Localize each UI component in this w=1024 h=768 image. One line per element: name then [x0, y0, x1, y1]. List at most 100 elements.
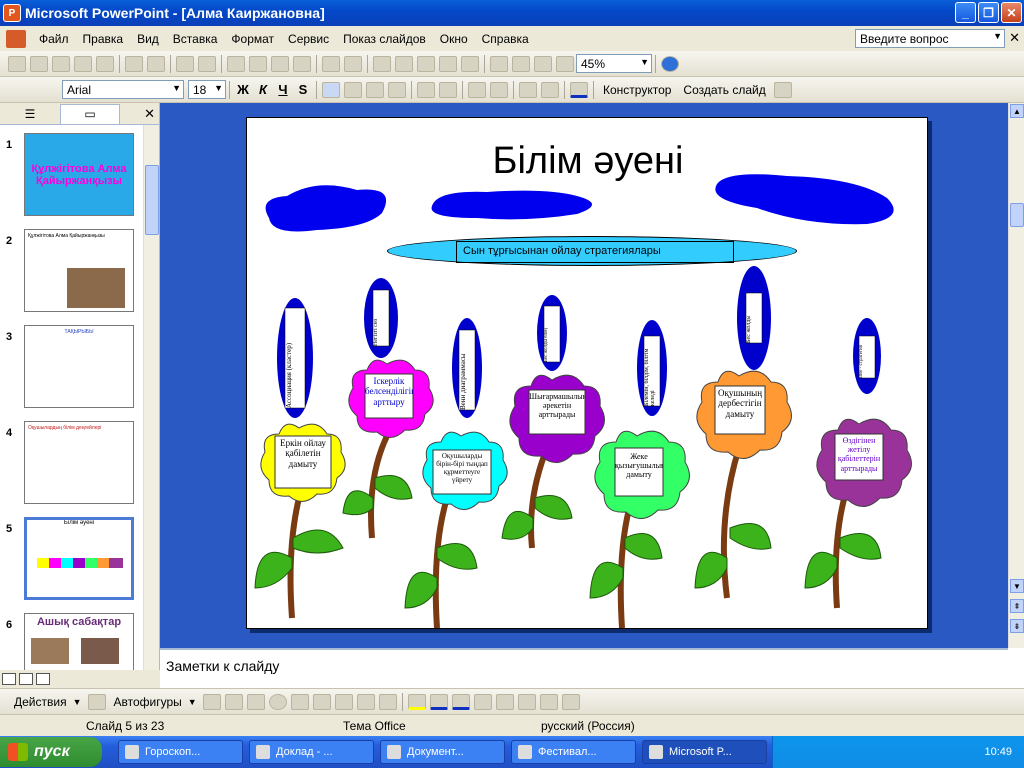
- current-slide[interactable]: Білім әуені Сын тұрғысынан ойлау стратег…: [246, 117, 928, 629]
- scrollbar-thumb[interactable]: [145, 165, 159, 235]
- minimize-button[interactable]: _: [955, 2, 976, 23]
- oval-icon[interactable]: [268, 693, 287, 710]
- paste-icon[interactable]: [271, 55, 289, 72]
- slides-pane-scrollbar[interactable]: [143, 125, 159, 670]
- previous-slide-icon[interactable]: ⇞: [1010, 599, 1024, 613]
- autoshapes-menu[interactable]: Автофигуры: [108, 695, 188, 709]
- document-icon[interactable]: [6, 29, 26, 48]
- rectangle-icon[interactable]: [246, 693, 265, 710]
- arrow-style-icon[interactable]: [517, 693, 536, 710]
- decrease-font-icon[interactable]: [490, 81, 508, 98]
- scrollbar-thumb[interactable]: [1010, 203, 1024, 227]
- zoom-select[interactable]: 45% ▼: [576, 54, 652, 73]
- textbox-icon[interactable]: [290, 693, 309, 710]
- slideshow-icon[interactable]: [36, 673, 50, 685]
- expand-all-icon[interactable]: [490, 55, 508, 72]
- line-icon[interactable]: [202, 693, 221, 710]
- chevron-down-icon[interactable]: ▼: [172, 83, 181, 93]
- clipart-icon[interactable]: [356, 693, 375, 710]
- strategy-ellipse[interactable]: Сын тұрғысынан ойлау стратегиялары: [387, 236, 797, 266]
- permission-icon[interactable]: [74, 55, 92, 72]
- print-preview-icon[interactable]: [147, 55, 165, 72]
- decrease-indent-icon[interactable]: [519, 81, 537, 98]
- 3d-style-icon[interactable]: [561, 693, 580, 710]
- slide-thumbnail-3[interactable]: ТАҚЫРЫБЫ: [24, 325, 134, 408]
- designer-button[interactable]: Конструктор: [597, 83, 677, 97]
- show-formatting-icon[interactable]: [512, 55, 530, 72]
- menu-file[interactable]: Файл: [32, 32, 76, 46]
- arrow-icon[interactable]: [224, 693, 243, 710]
- close-document-icon[interactable]: ✕: [1009, 30, 1020, 46]
- shadow-button[interactable]: S: [293, 81, 313, 99]
- menu-slideshow[interactable]: Показ слайдов: [336, 32, 433, 46]
- clock[interactable]: 10:49: [984, 746, 1012, 758]
- format-painter-icon[interactable]: [293, 55, 311, 72]
- print-icon[interactable]: [125, 55, 143, 72]
- slide-scrollbar[interactable]: ▲ ▼ ⇞ ⇟: [1008, 103, 1024, 648]
- slide-thumbnail-6[interactable]: Ашық сабақтар: [24, 613, 134, 670]
- undo-icon[interactable]: [322, 55, 340, 72]
- chevron-down-icon[interactable]: ▼: [640, 57, 649, 67]
- menu-insert[interactable]: Вставка: [166, 32, 225, 46]
- spelling-icon[interactable]: [176, 55, 194, 72]
- menu-window[interactable]: Окно: [433, 32, 475, 46]
- new-icon[interactable]: [8, 55, 26, 72]
- toolbar-options-icon[interactable]: [773, 81, 792, 98]
- notes-pane[interactable]: Заметки к слайду: [160, 648, 1008, 686]
- increase-indent-icon[interactable]: [541, 81, 559, 98]
- font-size-select[interactable]: 18 ▼: [188, 80, 226, 99]
- redo-icon[interactable]: [344, 55, 362, 72]
- numbering-icon[interactable]: [417, 81, 435, 98]
- cut-icon[interactable]: [227, 55, 245, 72]
- align-center-icon[interactable]: [344, 81, 362, 98]
- help-search-input[interactable]: Введите вопрос ▼: [855, 29, 1005, 48]
- save-icon[interactable]: [52, 55, 70, 72]
- next-slide-icon[interactable]: ⇟: [1010, 619, 1024, 633]
- dash-style-icon[interactable]: [495, 693, 514, 710]
- show-grid-icon[interactable]: [534, 55, 552, 72]
- menu-tools[interactable]: Сервис: [281, 32, 336, 46]
- tab-outline[interactable]: ☰: [0, 104, 60, 124]
- fill-color-icon[interactable]: [407, 693, 426, 710]
- align-right-icon[interactable]: [366, 81, 384, 98]
- normal-view-icon[interactable]: [2, 673, 16, 685]
- slide-thumbnail-1[interactable]: Құлжігітова Алма Қайыржанқызы: [24, 133, 134, 216]
- bold-button[interactable]: Ж: [233, 81, 253, 99]
- shadow-style-icon[interactable]: [539, 693, 558, 710]
- diagram-icon[interactable]: [334, 693, 353, 710]
- menu-edit[interactable]: Правка: [76, 32, 131, 46]
- insert-table-icon[interactable]: [395, 55, 413, 72]
- taskbar-item[interactable]: Доклад - ...: [249, 740, 374, 764]
- line-color-icon[interactable]: [429, 693, 448, 710]
- bullets-icon[interactable]: [439, 81, 457, 98]
- slide-thumbnail-4[interactable]: Оқушылардың білім деңгейлері: [24, 421, 134, 504]
- chevron-down-icon[interactable]: ▼: [214, 83, 223, 93]
- copy-icon[interactable]: [249, 55, 267, 72]
- close-button[interactable]: ✕: [1001, 2, 1022, 23]
- actions-menu[interactable]: Действия: [8, 695, 73, 709]
- scroll-down-icon[interactable]: ▼: [1010, 579, 1024, 593]
- menu-help[interactable]: Справка: [475, 32, 536, 46]
- underline-button[interactable]: Ч: [273, 81, 293, 99]
- menu-view[interactable]: Вид: [130, 32, 166, 46]
- taskbar-item[interactable]: Фестивал...: [511, 740, 636, 764]
- chevron-down-icon[interactable]: ▼: [993, 31, 1002, 41]
- slide-sorter-icon[interactable]: [19, 673, 33, 685]
- wordart-icon[interactable]: [312, 693, 331, 710]
- email-icon[interactable]: [96, 55, 114, 72]
- select-pointer-icon[interactable]: [87, 693, 106, 710]
- open-icon[interactable]: [30, 55, 48, 72]
- research-icon[interactable]: [198, 55, 216, 72]
- slide-thumbnail-5[interactable]: Білім әуені: [24, 517, 134, 600]
- increase-font-icon[interactable]: [468, 81, 486, 98]
- insert-diagram-icon[interactable]: [439, 55, 457, 72]
- font-select[interactable]: Arial ▼: [62, 80, 184, 99]
- align-left-icon[interactable]: [322, 81, 340, 98]
- taskbar-item[interactable]: Гороскоп...: [118, 740, 243, 764]
- insert-hyperlink-icon[interactable]: [461, 55, 479, 72]
- picture-icon[interactable]: [378, 693, 397, 710]
- justify-icon[interactable]: [388, 81, 406, 98]
- restore-button[interactable]: ❐: [978, 2, 999, 23]
- menu-format[interactable]: Формат: [224, 32, 281, 46]
- tables-borders-icon[interactable]: [417, 55, 435, 72]
